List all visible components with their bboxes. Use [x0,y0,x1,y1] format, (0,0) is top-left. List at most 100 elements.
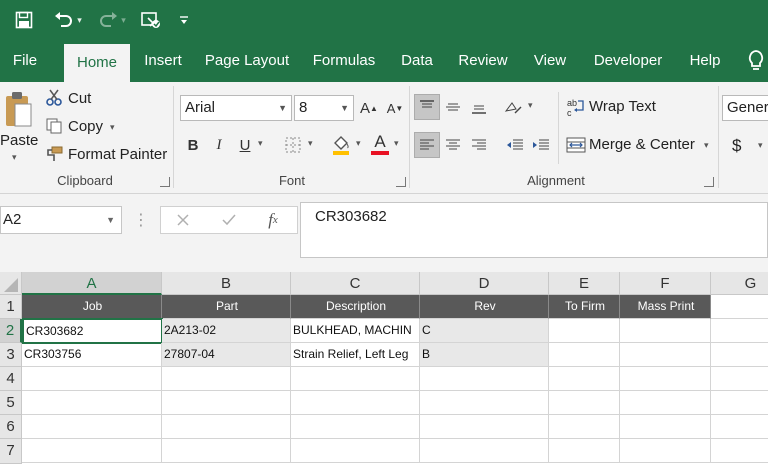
decrease-indent-button[interactable] [502,132,528,158]
cancel-icon[interactable] [171,209,195,231]
formula-input[interactable]: CR303682 [300,202,768,258]
cell-f5[interactable] [620,391,711,415]
undo-icon[interactable]: ▾ [50,8,86,32]
cell-a7[interactable] [22,439,162,463]
tab-page-layout[interactable]: Page Layout [200,40,294,82]
tab-view[interactable]: View [526,40,574,82]
font-launcher-icon[interactable] [396,177,406,187]
cell-d6[interactable] [420,415,549,439]
column-header-c[interactable]: C [291,272,420,295]
row-header-3[interactable]: 3 [0,343,22,367]
header-cell-description[interactable]: Description [291,295,420,319]
header-cell-mass-print[interactable]: Mass Print [620,295,711,319]
cut-button[interactable]: Cut [68,90,91,107]
redo-icon[interactable]: ▾ [94,8,130,32]
cell-c6[interactable] [291,415,420,439]
cell-f6[interactable] [620,415,711,439]
align-bottom-button[interactable] [466,94,492,120]
copy-dropdown-icon[interactable]: ▾ [110,122,115,133]
copy-icon[interactable] [44,116,64,136]
font-name-select[interactable]: Arial ▼ [180,95,292,121]
header-cell-to-firm[interactable]: To Firm [549,295,620,319]
select-all-corner[interactable] [0,272,22,295]
enter-icon[interactable] [217,209,241,231]
column-header-b[interactable]: B [162,272,291,295]
paste-button[interactable]: Paste [0,132,38,149]
cell-a2[interactable]: CR303682 [22,318,163,344]
paste-icon[interactable] [0,88,36,132]
insert-function-icon[interactable]: fx [261,209,285,231]
align-right-button[interactable] [466,132,492,158]
font-color-dropdown-icon[interactable]: ▾ [394,138,399,149]
cell-d5[interactable] [420,391,549,415]
bold-button[interactable]: B [180,132,206,158]
cell-c5[interactable] [291,391,420,415]
tab-insert[interactable]: Insert [136,40,190,82]
cell-d3[interactable]: B [420,343,549,367]
currency-dropdown-icon[interactable]: ▾ [758,140,763,151]
name-box[interactable]: A2 ▼ [0,206,122,234]
fill-color-icon[interactable] [328,132,354,158]
wrap-text-button[interactable]: Wrap Text [589,98,656,115]
alignment-launcher-icon[interactable] [704,177,714,187]
cell-f2[interactable] [620,319,711,343]
cell-a4[interactable] [22,367,162,391]
cell-c7[interactable] [291,439,420,463]
font-color-icon[interactable]: A [368,130,392,158]
cell-f7[interactable] [620,439,711,463]
cell-d2[interactable]: C [420,319,549,343]
cell-f4[interactable] [620,367,711,391]
cell-e5[interactable] [549,391,620,415]
cell-c2[interactable]: BULKHEAD, MACHIN [291,319,420,343]
tab-data[interactable]: Data [394,40,440,82]
header-cell-job[interactable]: Job [22,295,162,319]
cell-a5[interactable] [22,391,162,415]
column-header-e[interactable]: E [549,272,620,295]
column-header-f[interactable]: F [620,272,711,295]
cell-g7[interactable] [711,439,768,463]
cell-d7[interactable] [420,439,549,463]
cell-b6[interactable] [162,415,291,439]
cell-c4[interactable] [291,367,420,391]
copy-button[interactable]: Copy [68,118,103,135]
merge-center-icon[interactable] [566,134,586,156]
column-header-g[interactable]: G [711,272,768,295]
lightbulb-icon[interactable] [744,48,768,74]
row-header-7[interactable]: 7 [0,439,22,464]
italic-button[interactable]: I [206,132,232,158]
grow-font-button[interactable]: A ▲ [356,95,382,121]
row-header-4[interactable]: 4 [0,367,22,391]
tab-review[interactable]: Review [452,40,514,82]
cell-a6[interactable] [22,415,162,439]
format-painter-icon[interactable] [44,144,64,164]
format-painter-button[interactable]: Format Painter [68,146,167,163]
borders-icon[interactable] [280,132,306,158]
paste-dropdown-icon[interactable]: ▾ [12,152,17,163]
align-center-button[interactable] [440,132,466,158]
align-left-button[interactable] [414,132,440,158]
cell-e3[interactable] [549,343,620,367]
column-header-d[interactable]: D [420,272,549,295]
increase-indent-button[interactable] [528,132,554,158]
align-middle-button[interactable] [440,94,466,120]
touch-mode-icon[interactable] [138,8,164,32]
row-header-5[interactable]: 5 [0,391,22,415]
cell-g2[interactable] [711,319,768,343]
cell-g6[interactable] [711,415,768,439]
tab-help[interactable]: Help [682,40,728,82]
header-cell-rev[interactable]: Rev [420,295,549,319]
underline-dropdown-icon[interactable]: ▾ [258,138,263,149]
cell-b4[interactable] [162,367,291,391]
number-format-select[interactable]: Gener [722,95,768,121]
cell-c3[interactable]: Strain Relief, Left Leg [291,343,420,367]
shrink-font-button[interactable]: A ▼ [382,95,408,121]
row-header-1[interactable]: 1 [0,295,22,319]
font-size-select[interactable]: 8 ▼ [294,95,354,121]
tab-home[interactable]: Home [64,44,130,82]
tab-file[interactable]: File [0,40,50,82]
clipboard-launcher-icon[interactable] [160,177,170,187]
cell-b7[interactable] [162,439,291,463]
cell-f3[interactable] [620,343,711,367]
tab-developer[interactable]: Developer [586,40,670,82]
cell-e7[interactable] [549,439,620,463]
